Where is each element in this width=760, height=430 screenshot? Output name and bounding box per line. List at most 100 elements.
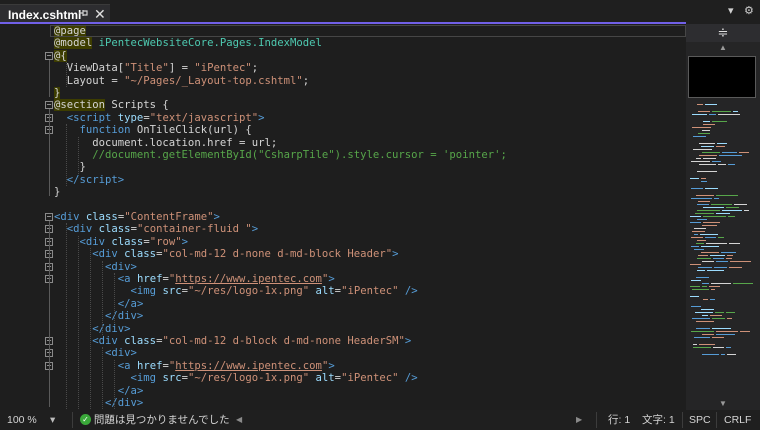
indent-guide xyxy=(66,124,67,187)
code-line[interactable]: } xyxy=(54,186,686,198)
minimap-stroke xyxy=(697,258,711,259)
code-line[interactable]: <a href="https://www.ipentec.com"> xyxy=(54,273,686,285)
code-line[interactable]: document.location.href = url; xyxy=(54,137,686,149)
minimap-stroke xyxy=(701,178,706,179)
char-number[interactable]: 文字: 1 xyxy=(642,410,675,430)
minimap-stroke xyxy=(693,149,712,150)
minimap-stroke xyxy=(722,152,737,153)
indent-guide xyxy=(66,62,67,87)
code-token: </ xyxy=(54,310,118,323)
code-line[interactable]: <div class="row"> xyxy=(54,236,686,248)
fold-line xyxy=(49,109,50,197)
code-token: img xyxy=(136,372,157,385)
minimap-stroke xyxy=(698,111,710,112)
code-token: div xyxy=(98,248,118,261)
code-line[interactable]: ViewData["Title"] = "iPentec"; xyxy=(54,62,686,74)
minimap-stroke xyxy=(719,155,742,156)
status-divider xyxy=(72,412,73,428)
code-token: iPentecWebsiteCore.Pages.IndexModel xyxy=(92,37,322,50)
minimap-stroke xyxy=(703,158,716,159)
code-line[interactable]: <script type="text/javascript"> xyxy=(54,112,686,124)
code-line[interactable]: <div> xyxy=(54,347,686,359)
code-line[interactable]: @model iPentecWebsiteCore.Pages.IndexMod… xyxy=(54,37,686,50)
code-line[interactable]: </div> xyxy=(54,310,686,322)
minimap-stroke xyxy=(709,114,716,115)
minimap-stroke xyxy=(691,306,701,307)
minimap-viewport[interactable] xyxy=(688,56,756,98)
minimap-stroke xyxy=(703,299,708,300)
code-token: > xyxy=(136,397,144,409)
minimap-stroke xyxy=(692,289,709,290)
close-icon[interactable]: ✕ xyxy=(94,6,106,23)
code-line[interactable]: <div class="ContentFrame"> xyxy=(54,211,686,223)
code-token: < xyxy=(54,248,99,261)
code-line[interactable]: </div> xyxy=(54,323,686,335)
code-token: https://www.ipentec.com xyxy=(175,273,322,285)
collapse-toggle-icon[interactable]: − xyxy=(45,51,53,60)
spacing-mode[interactable]: SPC xyxy=(689,410,711,430)
code-line[interactable]: <a href="https://www.ipentec.com"> xyxy=(54,360,686,372)
code-line[interactable]: } xyxy=(54,161,686,173)
minimap-stroke xyxy=(712,111,731,112)
scroll-down-icon[interactable]: ▼ xyxy=(686,398,760,410)
minimap-stroke xyxy=(692,318,710,319)
minimap-stroke xyxy=(697,219,707,220)
pin-icon[interactable] xyxy=(78,8,88,21)
collapse-toggle-icon[interactable]: − xyxy=(45,213,53,221)
code-line[interactable]: <img src="~/res/logo-1x.png" alt="iPente… xyxy=(54,372,686,384)
collapse-toggle-icon[interactable]: − xyxy=(45,101,53,110)
code-line[interactable]: //document.getElementById("CsharpTile").… xyxy=(54,149,686,161)
code-line[interactable]: @{ xyxy=(54,49,686,62)
minimap-stroke xyxy=(702,152,720,153)
code-token: alt xyxy=(309,372,335,385)
code-editor[interactable]: @page @model iPentecWebsiteCore.Pages.Ind… xyxy=(0,24,686,410)
code-token: class xyxy=(79,211,118,223)
minimap-stroke xyxy=(697,204,709,205)
zoom-dropdown-icon[interactable]: ▾ xyxy=(50,410,55,430)
code-line[interactable]: <div> xyxy=(54,261,686,273)
document-tab[interactable]: Index.cshtml ✕ xyxy=(0,4,110,24)
chevron-down-icon[interactable]: ▾ xyxy=(728,4,734,17)
code-token: div xyxy=(111,260,131,273)
gear-icon[interactable]: ⚙ xyxy=(744,4,754,17)
minimap-stroke xyxy=(701,246,719,247)
code-minimap[interactable] xyxy=(688,56,756,396)
code-token: ; xyxy=(251,62,259,75)
code-token: < xyxy=(54,111,74,124)
minimap-stroke xyxy=(711,204,732,205)
code-token: > xyxy=(392,248,399,261)
code-line[interactable]: <div class="col-md-12 d-none d-md-block … xyxy=(54,248,686,260)
code-line[interactable]: </script> xyxy=(54,174,686,186)
code-token: @section xyxy=(54,99,106,112)
code-line[interactable] xyxy=(54,199,686,211)
code-line[interactable]: </a> xyxy=(54,385,686,397)
code-line[interactable]: </a> xyxy=(54,298,686,310)
scroll-left-icon[interactable]: ◀ xyxy=(236,410,242,430)
scroll-up-icon[interactable]: ▲ xyxy=(686,42,760,54)
code-line[interactable]: @section Scripts { xyxy=(54,99,686,112)
minimap-stroke xyxy=(740,331,750,332)
code-line[interactable]: <img src="~/res/logo-1x.png" alt="iPente… xyxy=(54,285,686,297)
code-line[interactable]: Layout = "~/Pages/_Layout-top.cshtml"; xyxy=(54,75,686,87)
code-token: Layout = xyxy=(54,74,125,87)
code-line[interactable]: </div> xyxy=(54,397,686,409)
minimap-stroke xyxy=(716,213,730,214)
scroll-right-icon[interactable]: ▶ xyxy=(576,410,582,430)
check-circle-icon: ✓ xyxy=(80,413,91,425)
minimap-stroke xyxy=(721,252,736,253)
code-token: class xyxy=(117,248,157,261)
code-token: > xyxy=(328,273,335,285)
code-line[interactable]: <div class="container-fluid "> xyxy=(54,223,686,235)
code-line[interactable]: function OnTileClick(url) { xyxy=(54,124,686,136)
line-number[interactable]: 行: 1 xyxy=(608,410,630,430)
split-view-icon[interactable]: ≑ xyxy=(686,24,760,42)
code-token: Scripts { xyxy=(105,99,169,112)
line-ending[interactable]: CRLF xyxy=(724,410,751,430)
code-line[interactable]: <div class="col-md-12 d-block d-md-none … xyxy=(54,335,686,347)
minimap-stroke xyxy=(696,321,714,322)
zoom-level[interactable]: 100 % xyxy=(7,410,37,430)
code-line[interactable]: } xyxy=(54,87,686,99)
issues-indicator[interactable]: ✓ 問題は見つかりませんでした xyxy=(80,410,230,430)
code-token: > xyxy=(117,173,125,186)
minimap-stroke xyxy=(716,334,735,335)
